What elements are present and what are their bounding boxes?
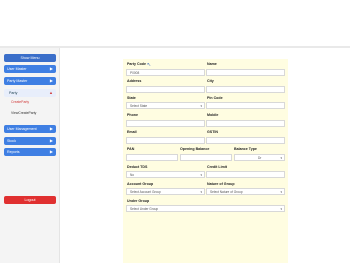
chevron-right-icon: ▶	[49, 138, 53, 143]
top-bar	[0, 0, 350, 46]
sidebar: Show Menu User Master ▶ Party Master ▶ P…	[0, 48, 60, 263]
email-label: Email	[127, 130, 137, 134]
opening-balance-label: Opening Balance	[180, 147, 210, 151]
chevron-right-icon: ▶	[49, 66, 53, 71]
sidebar-item-label: User Master	[7, 67, 27, 71]
mobile-label: Mobile	[207, 113, 219, 117]
state-value: Select State	[130, 104, 148, 108]
balance-type-select[interactable]: Dr ▾	[234, 154, 285, 161]
balance-type-label: Balance Type	[234, 147, 257, 151]
credit-limit-label: Credit Limit	[207, 165, 227, 169]
nature-of-group-label: Nature of Group	[207, 182, 235, 186]
state-select[interactable]: Select State ▾	[126, 102, 205, 109]
party-code-label: Party Code	[127, 62, 146, 66]
pin-code-field[interactable]	[206, 102, 285, 109]
gstin-field[interactable]	[206, 137, 285, 144]
chevron-right-icon: ▶	[49, 126, 53, 131]
chevron-up-icon: ▲	[49, 90, 53, 95]
address-label: Address	[127, 79, 142, 83]
caret-down-icon: ▾	[200, 104, 202, 108]
account-group-select[interactable]: Select Account Group ▾	[126, 188, 205, 195]
balance-type-value: Dr	[258, 156, 262, 160]
caret-down-icon: ▾	[200, 173, 202, 177]
sidebar-item-label: Reports	[7, 150, 20, 154]
opening-balance-field[interactable]	[180, 154, 232, 161]
email-field[interactable]	[126, 137, 205, 144]
sidebar-item-label: Stock	[7, 139, 16, 143]
caret-down-icon: ▾	[200, 190, 202, 194]
name-field[interactable]	[206, 69, 285, 76]
mouse-pointer-icon: ↖	[147, 62, 152, 68]
sidebar-item-party[interactable]: Party ▲	[4, 89, 56, 97]
sidebar-item-label: Party Master	[7, 79, 28, 83]
chevron-right-icon: ▶	[49, 78, 53, 83]
name-label: Name	[207, 62, 217, 66]
deduct-tds-label: Deduct TDS	[127, 165, 148, 169]
sidebar-item-user-management[interactable]: User Management ▶	[4, 125, 56, 133]
chevron-right-icon: ▶	[49, 149, 53, 154]
sidebar-item-user-master[interactable]: User Master ▶	[4, 65, 56, 73]
pan-label: PAN	[127, 147, 135, 151]
address-field[interactable]	[126, 86, 205, 93]
nature-of-group-value: Select Nature of Group	[210, 190, 243, 194]
sidebar-item-stock[interactable]: Stock ▶	[4, 137, 56, 145]
caret-down-icon: ▾	[280, 190, 282, 194]
phone-label: Phone	[127, 113, 138, 117]
gstin-label: GSTIN	[207, 130, 218, 134]
create-party-form: Party Code P0008 Name Address City State…	[123, 59, 288, 263]
sidebar-subitem-create-party[interactable]: CreateParty	[4, 99, 56, 106]
caret-down-icon: ▾	[280, 207, 282, 211]
account-group-label: Account Group	[127, 182, 154, 186]
pan-field[interactable]	[126, 154, 178, 161]
pin-code-label: Pin Code	[207, 96, 223, 100]
under-group-label: Under Group	[127, 199, 150, 203]
city-label: City	[207, 79, 214, 83]
under-group-select[interactable]: Select Under Group ▾	[126, 205, 285, 212]
sidebar-subitem-view-create-party[interactable]: ViewCreateParty	[4, 110, 56, 117]
deduct-tds-value: No	[130, 173, 135, 177]
under-group-value: Select Under Group	[130, 207, 159, 211]
caret-down-icon: ▾	[280, 156, 282, 160]
logout-button[interactable]: Logout	[4, 196, 56, 204]
phone-field[interactable]	[126, 120, 205, 127]
state-label: State	[127, 96, 136, 100]
sidebar-item-label: Party	[9, 91, 18, 95]
account-group-value: Select Account Group	[130, 190, 161, 194]
sidebar-item-label: User Management	[7, 127, 37, 131]
sidebar-item-reports[interactable]: Reports ▶	[4, 148, 56, 156]
party-code-field[interactable]: P0008	[126, 69, 205, 76]
sidebar-item-party-master[interactable]: Party Master ▶	[4, 77, 56, 85]
nature-of-group-select[interactable]: Select Nature of Group ▾	[206, 188, 285, 195]
show-menu-button[interactable]: Show Menu	[4, 54, 56, 62]
credit-limit-field[interactable]	[206, 171, 285, 178]
party-code-value: P0008	[130, 71, 140, 75]
mobile-field[interactable]	[206, 120, 285, 127]
deduct-tds-select[interactable]: No ▾	[126, 171, 205, 178]
city-field[interactable]	[206, 86, 285, 93]
